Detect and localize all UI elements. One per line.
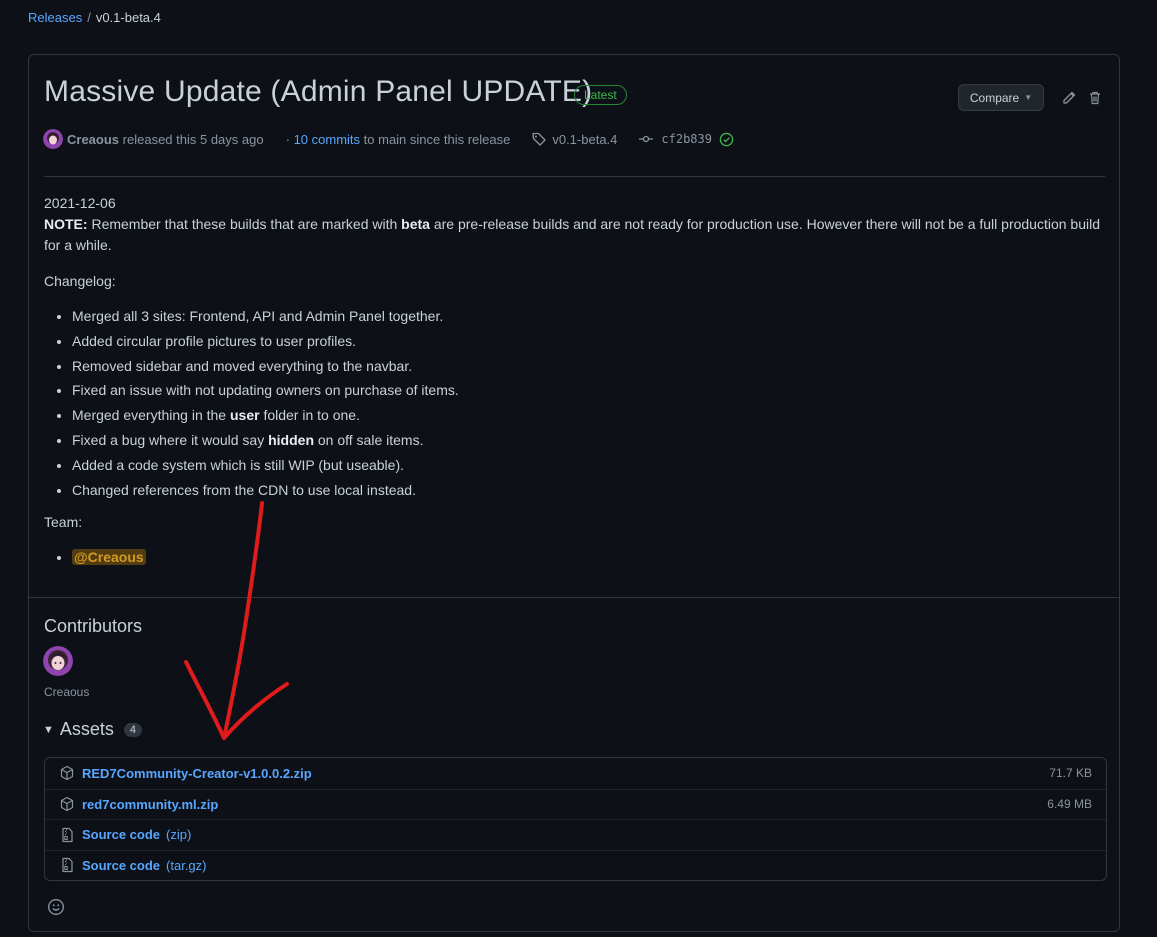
file-zip-icon — [59, 857, 75, 873]
triangle-down-icon: ▼ — [43, 723, 54, 736]
changelog-text: Merged all 3 sites: Frontend, API and Ad… — [72, 308, 444, 324]
divider — [29, 597, 1119, 598]
commits-suffix: to main since this release — [363, 131, 511, 147]
changelog-item: Added circular profile pictures to user … — [72, 331, 1104, 352]
changelog-item: Changed references from the CDN to use l… — [72, 480, 1104, 501]
commits-link[interactable]: 10 commits — [294, 132, 360, 147]
changelog-text: Fixed a bug where it would say — [72, 431, 269, 448]
author-avatar[interactable] — [43, 129, 63, 149]
note-label: NOTE: — [44, 216, 88, 232]
divider — [44, 176, 1105, 177]
assets-heading: Assets — [59, 719, 114, 739]
team-list: @Creaous — [44, 547, 1104, 568]
changelog-item: Fixed an issue with not updating owners … — [72, 380, 1104, 401]
changelog-text: Fixed an issue with not updating owners … — [72, 382, 459, 399]
meta-dot: · — [285, 131, 290, 147]
asset-row: RED7Community-Creator-v1.0.0.2.zip 71.7 … — [45, 758, 1106, 789]
compare-button[interactable]: Compare ▼ — [958, 84, 1044, 111]
commit-sha-link[interactable]: cf2b839 — [661, 132, 712, 146]
tag-icon — [531, 131, 547, 147]
asset-ext[interactable]: (tar.gz) — [166, 858, 206, 873]
latest-badge: Latest — [574, 85, 627, 105]
changelog-item: Merged all 3 sites: Frontend, API and Ad… — [72, 306, 1104, 327]
asset-size: 6.49 MB — [1047, 797, 1092, 812]
release-note: NOTE: Remember that these builds that ar… — [44, 214, 1104, 256]
asset-row: Source code (zip) — [45, 819, 1106, 850]
assets-toggle[interactable]: ▼ Assets 4 — [43, 719, 143, 740]
changelog-item: Fixed a bug where it would say hidden on… — [72, 430, 1104, 451]
note-text-1: Remember that these builds that are mark… — [87, 216, 402, 232]
changelog-bold: hidden — [268, 431, 314, 448]
changelog-text: Added a code system which is still WIP (… — [72, 456, 405, 473]
tag-link[interactable]: v0.1-beta.4 — [552, 132, 617, 147]
asset-link[interactable]: Source code — [82, 858, 160, 873]
smiley-icon[interactable] — [46, 897, 66, 917]
package-icon — [59, 765, 75, 781]
changelog-item: Merged everything in the user folder in … — [72, 405, 1104, 426]
commit-icon — [638, 131, 654, 147]
team-heading: Team: — [44, 513, 83, 530]
changelog-bold: user — [229, 407, 260, 424]
package-icon — [59, 796, 75, 812]
asset-link[interactable]: Source code — [82, 827, 160, 842]
note-bold: beta — [401, 216, 430, 232]
author-name[interactable]: Creaous — [67, 132, 119, 147]
changelog-item: Added a code system which is still WIP (… — [72, 455, 1104, 476]
contributor-name[interactable]: Creaous — [44, 685, 89, 699]
changelog-text: Removed sidebar and moved everything to … — [72, 357, 413, 374]
breadcrumb-current: v0.1-beta.4 — [95, 10, 161, 25]
asset-link[interactable]: red7community.ml.zip — [82, 797, 218, 812]
asset-size: 71.7 KB — [1049, 766, 1092, 781]
release-card: Massive Update (Admin Panel UPDATE) Late… — [28, 54, 1120, 932]
changelog-item: Removed sidebar and moved everything to … — [72, 356, 1104, 377]
assets-list: RED7Community-Creator-v1.0.0.2.zip 71.7 … — [44, 757, 1107, 881]
asset-row: Source code (tar.gz) — [45, 849, 1106, 881]
changelog-text: Added circular profile pictures to user … — [72, 332, 357, 349]
check-circle-icon[interactable] — [719, 132, 734, 147]
compare-label: Compare — [969, 90, 1020, 105]
edit-pencil-icon[interactable] — [1061, 90, 1077, 106]
breadcrumb: Releases / v0.1-beta.4 — [28, 10, 161, 25]
changelog-list: Merged all 3 sites: Frontend, API and Ad… — [44, 306, 1104, 501]
changelog-heading: Changelog: — [44, 273, 116, 289]
changelog-text: Merged everything in the — [72, 407, 230, 424]
contributors-heading: Contributors — [44, 616, 143, 636]
asset-row: red7community.ml.zip 6.49 MB — [45, 788, 1106, 820]
chevron-down-icon: ▼ — [1024, 93, 1033, 102]
release-notes: 2021-12-06 NOTE: Remember that these bui… — [44, 193, 1104, 571]
breadcrumb-separator: / — [87, 10, 91, 25]
assets-count: 4 — [123, 722, 143, 737]
changelog-text: on off sale items. — [314, 431, 424, 448]
asset-ext[interactable]: (zip) — [166, 827, 191, 842]
asset-link[interactable]: RED7Community-Creator-v1.0.0.2.zip — [82, 766, 312, 781]
breadcrumb-releases-link[interactable]: Releases — [28, 10, 82, 25]
released-text: released this 5 days ago — [122, 131, 264, 147]
file-zip-icon — [59, 827, 75, 843]
trash-icon[interactable] — [1087, 90, 1103, 106]
contributor-avatar[interactable] — [43, 646, 73, 676]
changelog-text: Changed references from the CDN to use l… — [72, 481, 416, 498]
user-mention[interactable]: @Creaous — [72, 548, 146, 565]
release-title: Massive Update (Admin Panel UPDATE) — [44, 75, 593, 108]
team-item: @Creaous — [72, 547, 1104, 568]
release-date: 2021-12-06 — [44, 195, 116, 211]
changelog-text: folder in to one. — [259, 407, 360, 424]
release-meta: Creaous released this 5 days ago · 10 co… — [43, 129, 734, 149]
